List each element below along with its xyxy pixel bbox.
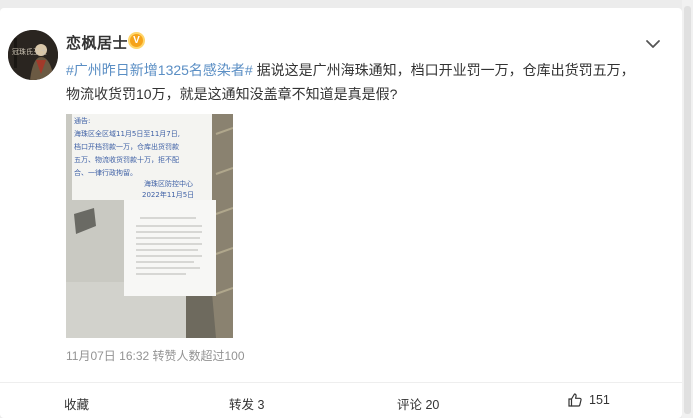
notice-line1: 海珠区全区域11月5日至11月7日,	[74, 129, 180, 138]
notice-line2: 档口开档罚款一万，仓库出货罚款	[74, 142, 179, 151]
post-body: #广州昨日新增1325名感染者# 据说这是广州海珠通知，档口开业罚一万，仓库出货…	[66, 58, 666, 106]
post-body-line2: 物流收货罚10万，就是这通知没盖章不知道是真是假?	[66, 86, 398, 102]
author-name[interactable]: 恋枫居士	[66, 32, 128, 53]
scrollbar-thumb[interactable]	[684, 6, 691, 414]
like-count: 151	[589, 393, 610, 407]
avatar-label: 冠珠氏王士	[12, 47, 47, 56]
chevron-down-icon[interactable]	[645, 38, 661, 50]
post-photo[interactable]: 通告: 海珠区全区域11月5日至11月7日, 档口开档罚款一万，仓库出货罚款 五…	[66, 114, 233, 338]
notice-heading: 通告:	[74, 116, 90, 125]
notice-line4: 合、一律行政拘留。	[74, 168, 137, 177]
verified-v-icon: V	[128, 32, 145, 49]
action-divider	[0, 382, 682, 383]
notice-date: 2022年11月5日	[142, 190, 194, 199]
post-meta: 11月07日 16:32 转赞人数超过100	[66, 349, 245, 363]
weibo-post-card: 冠珠氏王士 恋枫居士 V #广州昨日新增1325名感染者# 据说这是广州海珠通知…	[0, 8, 682, 418]
thumbs-up-icon	[568, 393, 582, 407]
like-button[interactable]: 151	[567, 392, 610, 408]
comment-button[interactable]: 评论 20	[397, 394, 439, 413]
post-body-line1: 据说这是广州海珠通知，档口开业罚一万，仓库出货罚五万，	[256, 62, 635, 78]
repost-button[interactable]: 转发 3	[229, 394, 264, 413]
avatar[interactable]: 冠珠氏王士	[8, 30, 58, 80]
favorite-button[interactable]: 收藏	[64, 394, 89, 413]
notice-signer: 海珠区防控中心	[144, 179, 193, 188]
hashtag-link[interactable]: #广州昨日新增1325名感染者#	[66, 62, 253, 78]
notice-line3: 五万、物流收货罚款十万，拒不配	[74, 155, 179, 164]
